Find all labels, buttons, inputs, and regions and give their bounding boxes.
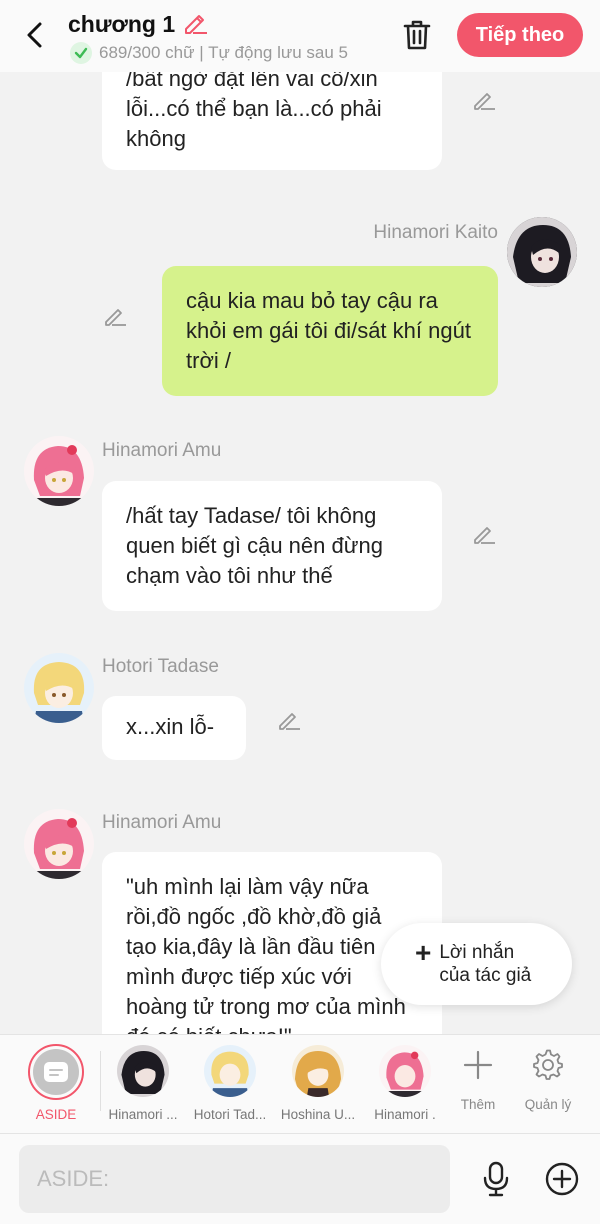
delete-button[interactable] [398,16,436,54]
chat-area: /bất ngờ đặt lên vai cô/xin lỗi...có thể… [0,72,600,1034]
chapter-title-row: chương 1 [68,8,209,41]
plus-icon: + [415,937,432,968]
message-bubble[interactable]: /hất tay Tadase/ tôi không quen biết gì … [102,481,442,611]
character-label: Hinamori ... [108,1107,178,1122]
top-bar: chương 1 689/300 chữ | Tự động lưu sau 5… [0,0,600,72]
back-arrow-icon [27,22,42,48]
author-note-label: Lời nhắn của tác giả [439,942,532,986]
avatar [292,1045,344,1097]
chapter-title: chương 1 [68,11,176,37]
avatar-kaito[interactable] [507,217,577,287]
message-bubble[interactable]: /bất ngờ đặt lên vai cô/xin lỗi...có thể… [102,72,442,170]
avatar [379,1045,431,1097]
message-bubble[interactable]: cậu kia mau bỏ tay cậu ra khỏi em gái tô… [162,266,498,396]
avatar [117,1045,169,1097]
plus-icon [460,1047,496,1083]
aside-label: ASIDE [35,1107,77,1122]
message-input[interactable]: ASIDE: [19,1145,450,1213]
edit-message-button[interactable] [470,520,498,548]
character-hoshina[interactable]: Hoshina U... [276,1035,360,1135]
input-bar: ASIDE: [0,1134,600,1224]
aside-character[interactable]: ASIDE [0,1035,84,1135]
save-status: 689/300 chữ | Tự động lưu sau 5 [70,42,375,64]
microphone-button[interactable] [478,1159,514,1199]
pencil-icon [185,15,208,34]
message-bubble[interactable]: x...xin lỗ- [102,696,246,760]
avatar-tadase[interactable] [24,653,94,723]
check-icon [70,42,92,64]
avatar [204,1045,256,1097]
character-kaito[interactable]: Hinamori ... [101,1035,185,1135]
pencil-icon [105,309,126,326]
message-text: /hất tay Tadase/ tôi không quen biết gì … [126,503,383,588]
add-character-button[interactable]: Thêm [446,1035,510,1135]
message-text: "uh mình lại làm vậy nữa rồi,đồ ngốc ,đồ… [126,874,406,1034]
message-text: /bất ngờ đặt lên vai cô/xin lỗi...có thể… [126,72,382,151]
character-bar: ASIDE Hinamori ... Hotori Tad... Hoshina… [0,1034,600,1134]
author-note-button[interactable]: + Lời nhắn của tác giả [381,923,572,1005]
speaker-name: Hinamori Amu [102,440,222,461]
speaker-name: Hinamori Amu [102,812,222,833]
edit-message-button[interactable] [275,706,303,734]
edit-message-button[interactable] [470,86,498,114]
message-text: cậu kia mau bỏ tay cậu ra khỏi em gái tô… [186,288,471,373]
pencil-icon [474,93,495,110]
avatar-amu[interactable] [24,436,94,506]
back-button[interactable] [18,18,52,52]
edit-title-button[interactable] [181,8,209,41]
character-tadase[interactable]: Hotori Tad... [188,1035,272,1135]
character-amu[interactable]: Hinamori . [363,1035,447,1135]
pencil-icon [474,527,495,544]
trash-icon [403,20,431,50]
character-label: Hotori Tad... [193,1107,267,1122]
pencil-icon [279,713,300,730]
speaker-name: Hinamori Kaito [373,222,498,243]
manage-label: Quản lý [524,1097,572,1112]
speaker-name: Hotori Tadase [102,656,219,677]
microphone-icon [483,1161,509,1197]
character-label: Hinamori . [374,1107,436,1122]
manage-button[interactable]: Quản lý [516,1035,580,1135]
message-text: x...xin lỗ- [126,714,215,739]
gear-icon [530,1047,566,1083]
add-label: Thêm [460,1097,496,1112]
avatar-amu[interactable] [24,809,94,879]
character-label: Hoshina U... [280,1107,356,1122]
next-button[interactable]: Tiếp theo [457,13,583,57]
word-count-status: 689/300 chữ | Tự động lưu sau 5 [99,43,349,62]
aside-icon [33,1049,79,1095]
add-media-button[interactable] [543,1160,581,1198]
edit-message-button[interactable] [101,302,129,330]
plus-circle-icon [545,1162,579,1196]
aside-ring [28,1044,84,1100]
